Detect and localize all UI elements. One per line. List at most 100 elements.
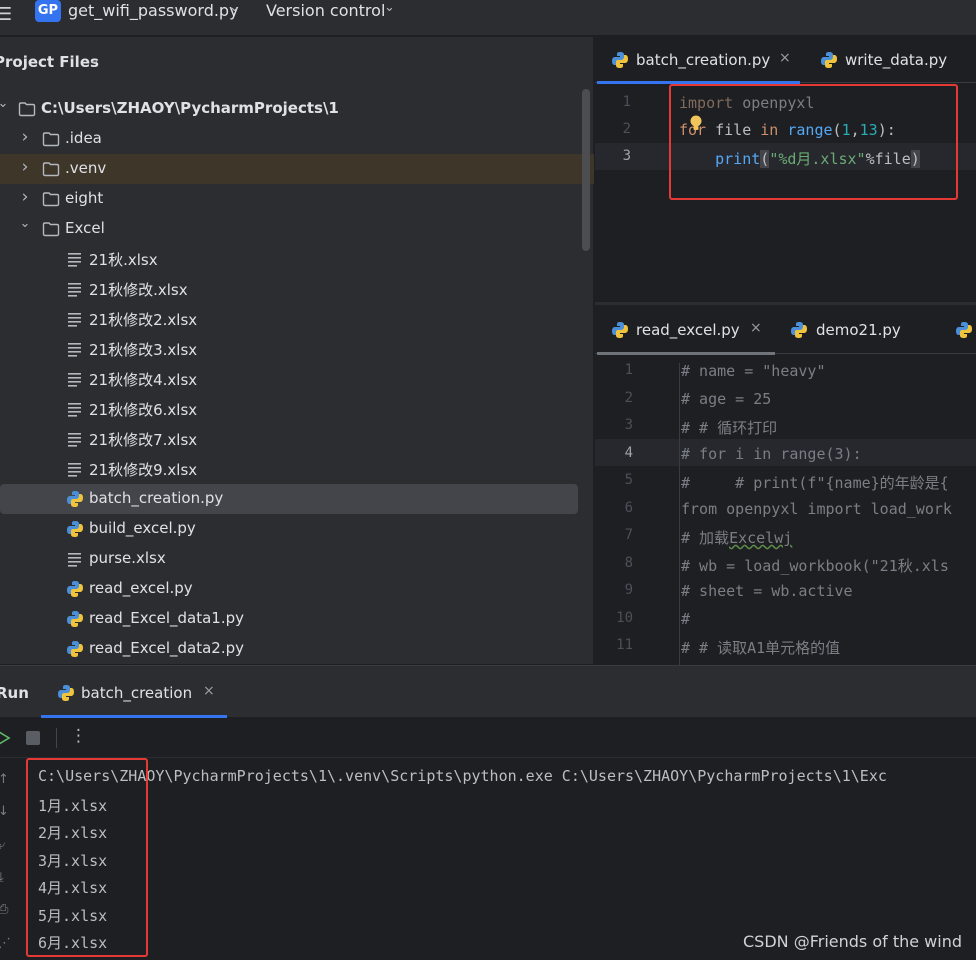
- chevron-down-icon[interactable]: ⌄: [229, 0, 240, 15]
- arrow-down-icon[interactable]: ↓: [0, 804, 9, 819]
- tab-batch-creation[interactable]: batch_creation.py ×: [595, 37, 800, 84]
- tab-read-excel[interactable]: read_excel.py ×: [595, 305, 775, 355]
- console-line[interactable]: C:\Users\ZHAOY\PycharmProjects\1\.venv\S…: [38, 767, 887, 785]
- tree-item[interactable]: › .idea: [0, 124, 580, 154]
- tree-item-label: Excel: [65, 219, 105, 237]
- tree-item[interactable]: ⌄ Excel: [0, 214, 580, 244]
- tree-item[interactable]: batch_creation.py: [0, 484, 578, 514]
- scroll-to-end-icon[interactable]: ⤓: [0, 870, 4, 885]
- run-side-toolbar: ↑ ↓ ⤶ ⤓ ⎙ ⋰: [0, 758, 20, 960]
- folder-icon: [42, 131, 60, 147]
- code-line[interactable]: # for i in range(3):: [681, 445, 862, 463]
- tree-item-label: purse.xlsx: [89, 549, 166, 567]
- tree-item[interactable]: read_Excel_data2.py: [0, 634, 580, 664]
- close-tab-icon[interactable]: ×: [750, 320, 762, 336]
- run-panel-title: Run: [0, 684, 29, 702]
- folder-icon: [42, 191, 60, 207]
- tab-demo21[interactable]: demo21.py: [775, 305, 925, 354]
- soft-wrap-icon[interactable]: ⤶: [0, 838, 5, 853]
- chevron-down-icon[interactable]: ⌄: [18, 216, 32, 231]
- text-file-icon: [66, 551, 84, 567]
- tab-write-data[interactable]: write_data.py: [805, 37, 976, 83]
- code-line[interactable]: # # print(f"{name}的年龄是{: [681, 472, 949, 493]
- tree-item[interactable]: › eight: [0, 184, 580, 214]
- chevron-down-icon[interactable]: ⌄: [0, 96, 10, 111]
- tree-item[interactable]: 21秋修改9.xlsx: [0, 454, 580, 484]
- version-control-menu[interactable]: Version control: [266, 1, 385, 20]
- line-number: 3: [624, 417, 633, 433]
- tree-item[interactable]: 21秋修改2.xlsx: [0, 304, 580, 334]
- code-line[interactable]: #: [681, 610, 690, 628]
- stop-icon[interactable]: [26, 731, 40, 745]
- tab-label: demo21.py: [816, 321, 901, 339]
- folder-icon: [42, 161, 60, 177]
- tree-item-label: 21秋修改4.xlsx: [89, 371, 198, 389]
- code-line[interactable]: # # 读取A1单元格的值: [681, 637, 840, 658]
- text-file-icon: [66, 371, 84, 387]
- more-options-icon[interactable]: ⋮: [70, 726, 87, 746]
- project-panel-title[interactable]: Project Files: [0, 53, 99, 71]
- tree-item[interactable]: 21秋修改3.xlsx: [0, 334, 580, 364]
- code-line[interactable]: # # 循环打印: [681, 417, 777, 438]
- tree-item[interactable]: 21秋修改4.xlsx: [0, 364, 580, 394]
- line-number: 5: [624, 472, 633, 488]
- python-file-icon: [791, 322, 807, 338]
- project-badge[interactable]: GP: [35, 0, 61, 22]
- main-menu-icon[interactable]: ☰: [0, 4, 12, 25]
- chevron-right-icon[interactable]: ›: [18, 157, 32, 177]
- tree-item-label: 21秋修改2.xlsx: [89, 311, 198, 329]
- code-line[interactable]: # wb = load_workbook("21秋.xls: [681, 555, 949, 576]
- run-tool-window: Run batch_creation × ⋮ ↑ ↓ ⤶ ⤓ ⎙ ⋰ C:\Us…: [0, 665, 976, 960]
- rerun-icon[interactable]: [0, 730, 12, 746]
- code-line[interactable]: # sheet = wb.active: [681, 582, 853, 600]
- watermark: CSDN @Friends of the wind: [743, 932, 963, 951]
- line-number: 7: [624, 527, 633, 543]
- code-line[interactable]: from openpyxl import load_work: [681, 500, 952, 518]
- tree-item[interactable]: 21秋修改7.xlsx: [0, 424, 580, 454]
- text-file-icon: [66, 401, 84, 417]
- close-tab-icon[interactable]: ×: [779, 50, 791, 66]
- chevron-right-icon[interactable]: ›: [18, 127, 32, 147]
- line-number: 4: [624, 444, 633, 461]
- text-file-icon: [66, 431, 84, 447]
- main-toolbar: ☰ GP get_wifi_password.py ⌄ Version cont…: [0, 0, 976, 36]
- tree-item[interactable]: build_excel.py: [0, 514, 580, 544]
- python-file-icon: [956, 322, 972, 338]
- close-tab-icon[interactable]: ×: [203, 683, 215, 699]
- chevron-down-icon[interactable]: ⌄: [89, 53, 100, 68]
- tab-overflow[interactable]: [953, 305, 976, 354]
- tree-item-label: 21秋修改7.xlsx: [89, 431, 198, 449]
- code-line[interactable]: # name = "heavy": [681, 362, 826, 380]
- tree-item-label: 21秋修改3.xlsx: [89, 341, 198, 359]
- tree-item[interactable]: › .venv: [0, 154, 594, 184]
- editor-tab-bar: read_excel.py × demo21.py: [595, 305, 976, 355]
- text-file-icon: [66, 311, 84, 327]
- tree-item[interactable]: read_excel.py: [0, 574, 580, 604]
- run-tab-label[interactable]: batch_creation: [81, 684, 192, 702]
- more-icon[interactable]: ⋰: [0, 936, 11, 951]
- project-selector[interactable]: get_wifi_password.py: [68, 1, 239, 20]
- tree-item[interactable]: read_Excel_data1.py: [0, 604, 580, 634]
- annotation-box: [26, 758, 148, 957]
- text-file-icon: [66, 461, 84, 477]
- line-number: 6: [624, 499, 633, 516]
- line-number: 10: [616, 609, 633, 626]
- arrow-up-icon[interactable]: ↑: [0, 772, 9, 787]
- tree-item-label: 21秋修改9.xlsx: [89, 461, 198, 479]
- code-line[interactable]: # age = 25: [681, 390, 771, 408]
- code-line[interactable]: # 加载Excelwj: [681, 527, 792, 548]
- tree-item[interactable]: 21秋.xlsx: [0, 244, 580, 274]
- tree-item[interactable]: 21秋修改6.xlsx: [0, 394, 580, 424]
- python-file-icon: [821, 52, 837, 68]
- tree-item[interactable]: ⌄ C:\Users\ZHAOY\PycharmProjects\1: [0, 94, 580, 124]
- python-file-icon: [58, 685, 74, 701]
- print-icon[interactable]: ⎙: [0, 902, 8, 917]
- tree-item[interactable]: 21秋修改.xlsx: [0, 274, 580, 304]
- chevron-right-icon[interactable]: ›: [18, 187, 32, 207]
- folder-icon: [18, 101, 36, 117]
- tree-item[interactable]: purse.xlsx: [0, 544, 580, 574]
- tree-scrollbar[interactable]: [582, 89, 590, 251]
- chevron-down-icon[interactable]: ⌄: [384, 0, 395, 15]
- tree-item-label: read_Excel_data1.py: [89, 609, 245, 627]
- line-number: 1: [624, 362, 633, 378]
